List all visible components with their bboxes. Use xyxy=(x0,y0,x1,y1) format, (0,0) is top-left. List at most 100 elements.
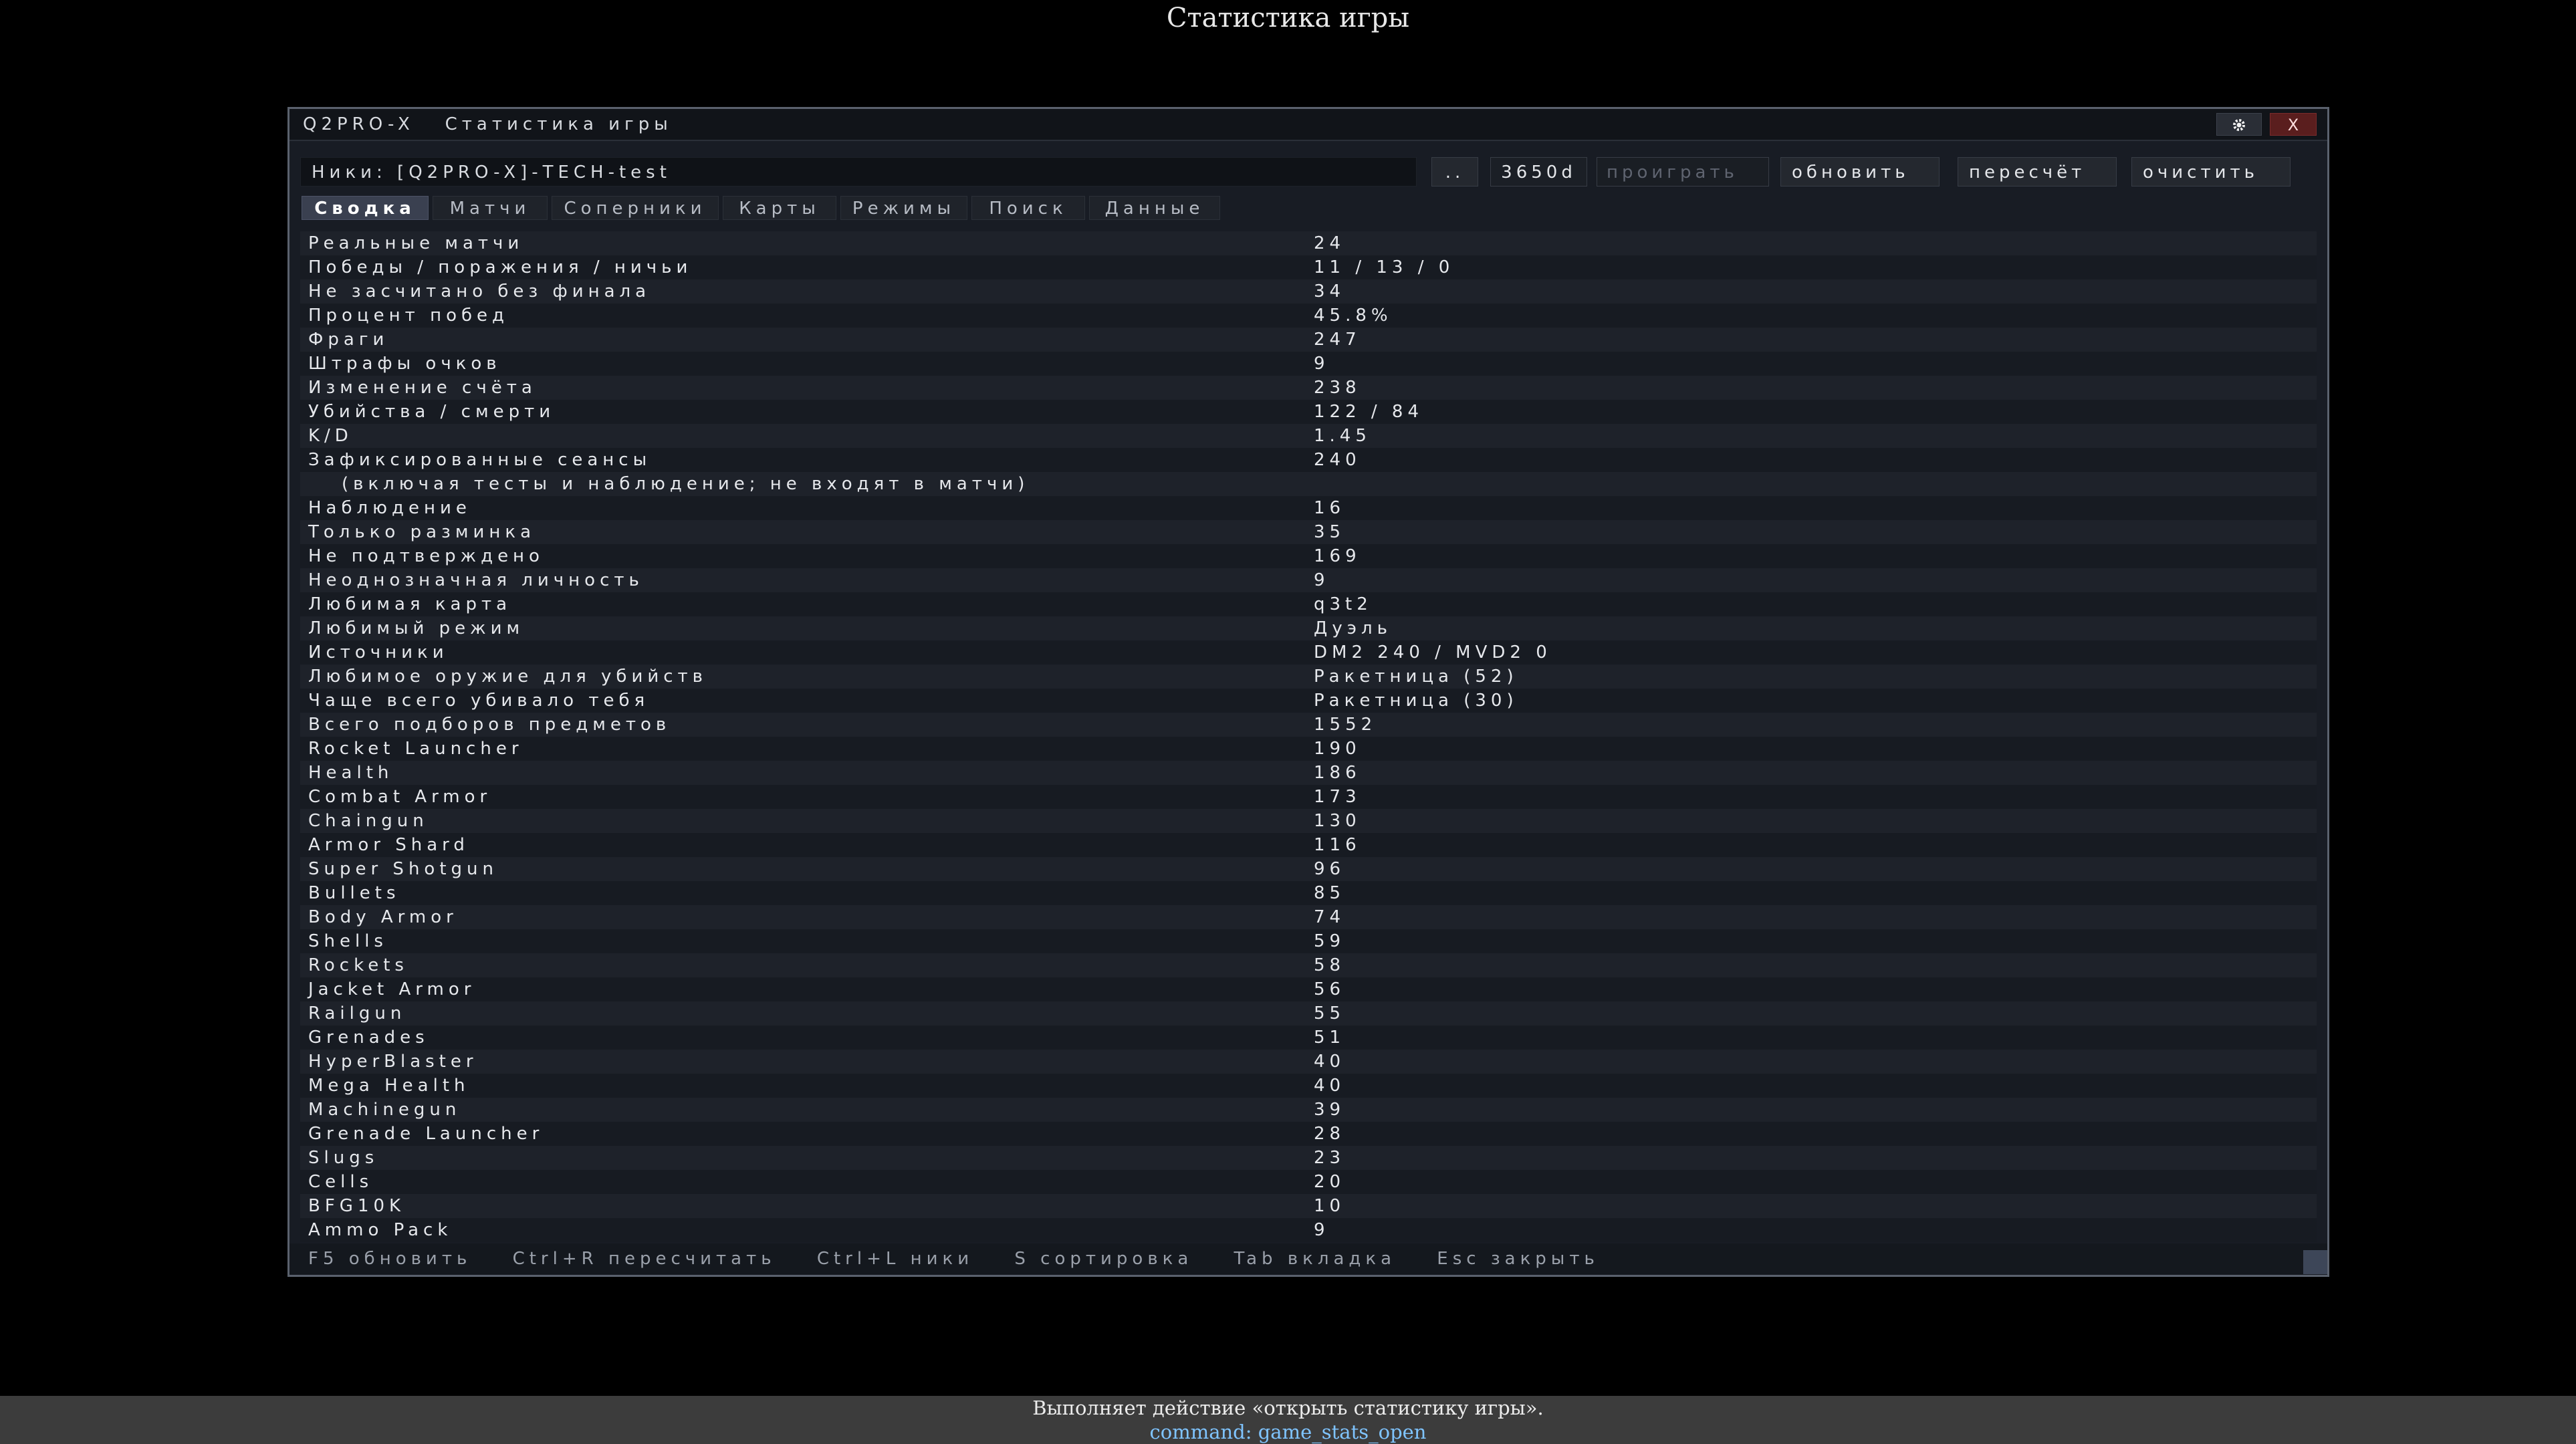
stat-value: 169 xyxy=(1314,546,1361,566)
stats-row: Чаще всего убивало тебя Ракетница (30) xyxy=(300,689,2317,713)
stat-label: Health xyxy=(308,763,394,783)
tab-opponents[interactable]: Соперники xyxy=(552,196,719,220)
stat-value: 190 xyxy=(1314,739,1361,759)
days-range-field[interactable]: 3650d xyxy=(1490,157,1587,187)
settings-button[interactable] xyxy=(2216,113,2262,136)
stats-row: Ammo Pack 9 xyxy=(300,1218,2317,1242)
stat-value: 58 xyxy=(1314,955,1346,975)
stat-value: 56 xyxy=(1314,979,1346,999)
stats-row: Bullets 85 xyxy=(300,881,2317,905)
stat-value: 85 xyxy=(1314,883,1346,903)
stat-value: 130 xyxy=(1314,811,1361,831)
stats-row: Любимое оружие для убийств Ракетница (52) xyxy=(300,665,2317,689)
stats-row: HyperBlaster 40 xyxy=(300,1050,2317,1074)
stats-row: Combat Armor 173 xyxy=(300,785,2317,809)
stat-value: 24 xyxy=(1314,233,1346,253)
window-titlebar[interactable]: Q2PRO-X Статистика игры X xyxy=(289,109,2327,141)
stats-row: Фраги 247 xyxy=(300,328,2317,352)
stats-row: Grenades 51 xyxy=(300,1026,2317,1050)
stat-label: Победы / поражения / ничьи xyxy=(308,257,693,277)
stat-value: DM2 240 / MVD2 0 xyxy=(1314,642,1552,663)
stat-label: (включая тесты и наблюдение; не входят в… xyxy=(342,474,1030,494)
stats-row: Изменение счёта 238 xyxy=(300,376,2317,400)
stat-label: Не подтверждено xyxy=(308,546,544,566)
stat-value: 9 xyxy=(1314,1220,1330,1240)
stat-value: 74 xyxy=(1314,907,1346,927)
stat-label: Реальные матчи xyxy=(308,233,524,253)
status-command: command: game_stats_open xyxy=(1149,1421,1427,1443)
stat-value: 16 xyxy=(1314,498,1346,518)
stats-row: Источники DM2 240 / MVD2 0 xyxy=(300,640,2317,665)
stats-row: Mega Health 40 xyxy=(300,1074,2317,1098)
stat-value: q3t2 xyxy=(1314,594,1373,614)
stat-value: 28 xyxy=(1314,1124,1346,1144)
tab-search[interactable]: Поиск xyxy=(971,196,1085,220)
hotkey-refresh: F5 обновить xyxy=(308,1249,472,1269)
stats-row: Body Armor 74 xyxy=(300,905,2317,929)
stat-value: 1552 xyxy=(1314,715,1377,735)
refresh-button[interactable]: обновить xyxy=(1780,157,1940,187)
resize-grip[interactable] xyxy=(2303,1250,2327,1274)
close-button[interactable]: X xyxy=(2270,113,2317,136)
tab-summary[interactable]: Сводка xyxy=(302,196,429,220)
stat-label: Ammo Pack xyxy=(308,1220,453,1240)
stats-row: Не засчитано без финала 34 xyxy=(300,279,2317,304)
stat-label: BFG10K xyxy=(308,1196,406,1216)
stats-row: Slugs 23 xyxy=(300,1146,2317,1170)
stat-value: 240 xyxy=(1314,450,1361,470)
stats-row: Cells 20 xyxy=(300,1170,2317,1194)
stat-label: Всего подборов предметов xyxy=(308,715,671,735)
hotkey-hints: F5 обновить Ctrl+R пересчитать Ctrl+L ни… xyxy=(308,1243,1630,1274)
stat-label: Armor Shard xyxy=(308,835,469,855)
stats-row: K/D 1.45 xyxy=(300,424,2317,448)
recalculate-button[interactable]: пересчёт xyxy=(1958,157,2117,187)
stat-value: 23 xyxy=(1314,1148,1346,1168)
stat-value: 55 xyxy=(1314,1003,1346,1024)
stats-row: Armor Shard 116 xyxy=(300,833,2317,857)
stat-label: Штрафы очков xyxy=(308,354,501,374)
clear-button[interactable]: очистить xyxy=(2131,157,2291,187)
tab-modes[interactable]: Режимы xyxy=(840,196,967,220)
stat-label: Grenade Launcher xyxy=(308,1124,544,1144)
stats-row: Не подтверждено 169 xyxy=(300,544,2317,568)
stat-value: 59 xyxy=(1314,931,1346,951)
stat-value: 1.45 xyxy=(1314,426,1371,446)
stats-row: Убийства / смерти 122 / 84 xyxy=(300,400,2317,424)
stats-row: Зафиксированные сеансы 240 xyxy=(300,448,2317,472)
stats-row: (включая тесты и наблюдение; не входят в… xyxy=(300,472,2317,496)
stat-label: Чаще всего убивало тебя xyxy=(308,691,650,711)
stat-value: 96 xyxy=(1314,859,1346,879)
stat-label: Процент побед xyxy=(308,306,509,326)
stat-value: 39 xyxy=(1314,1100,1346,1120)
stat-label: Mega Health xyxy=(308,1076,470,1096)
nicknames-field[interactable]: Ники: [Q2PRO-X]-TECH-test xyxy=(300,157,1417,187)
stat-label: Изменение счёта xyxy=(308,378,537,398)
stat-value: Ракетница (52) xyxy=(1314,667,1518,687)
stats-row: Реальные матчи 24 xyxy=(300,231,2317,255)
stat-label: Shells xyxy=(308,931,388,951)
stat-label: Rocket Launcher xyxy=(308,739,523,759)
stat-value: 40 xyxy=(1314,1052,1346,1072)
tab-maps[interactable]: Карты xyxy=(723,196,836,220)
stat-label: Любимая карта xyxy=(308,594,512,614)
hotkey-recalculate: Ctrl+R пересчитать xyxy=(512,1249,776,1269)
stat-label: Super Shotgun xyxy=(308,859,498,879)
stat-label: Slugs xyxy=(308,1148,379,1168)
stat-value: 9 xyxy=(1314,570,1330,590)
hotkey-footer: F5 обновить Ctrl+R пересчитать Ctrl+L ни… xyxy=(289,1243,2327,1274)
stat-value: 122 / 84 xyxy=(1314,402,1423,422)
stat-value: 247 xyxy=(1314,330,1361,350)
stats-row: Всего подборов предметов 1552 xyxy=(300,713,2317,737)
gear-icon xyxy=(2233,119,2245,131)
browse-button[interactable]: .. xyxy=(1431,157,1478,187)
stat-label: Любимый режим xyxy=(308,618,525,638)
tab-matches[interactable]: Матчи xyxy=(433,196,548,220)
stats-row: Rockets 58 xyxy=(300,953,2317,977)
stats-row: Процент побед 45.8% xyxy=(300,304,2317,328)
replay-button[interactable]: проиграть xyxy=(1597,157,1769,187)
stat-value: 11 / 13 / 0 xyxy=(1314,257,1455,277)
tab-data[interactable]: Данные xyxy=(1089,196,1220,220)
stat-label: Наблюдение xyxy=(308,498,471,518)
stat-value: 10 xyxy=(1314,1196,1346,1216)
stats-row: Railgun 55 xyxy=(300,1001,2317,1026)
